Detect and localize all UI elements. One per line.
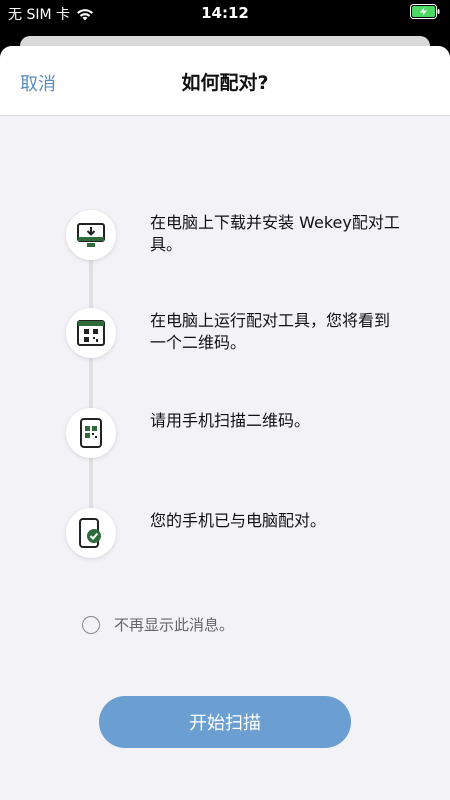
download-monitor-icon — [66, 210, 116, 260]
battery-charging-icon — [410, 4, 440, 19]
clock: 14:12 — [201, 4, 249, 22]
step-text: 在电脑上下载并安装 Wekey配对工具。 — [150, 213, 400, 254]
start-scan-button[interactable]: 开始扫描 — [99, 696, 351, 748]
step-text: 您的手机已与电脑配对。 — [150, 511, 327, 530]
page-title: 如何配对? — [181, 72, 269, 94]
navigation-bar: 取消 如何配对? — [0, 46, 450, 116]
step-paired: 您的手机已与电脑配对。 — [66, 508, 406, 568]
phone-check-icon — [66, 508, 116, 558]
dont-show-radio[interactable] — [82, 615, 100, 634]
dont-show-label: 不再显示此消息。 — [114, 616, 235, 634]
step-download: 在电脑上下载并安装 Wekey配对工具。 — [66, 210, 406, 270]
pairing-guide-sheet: 取消 如何配对? 在电脑上下载并安装 Wekey配对工具。 在电脑上运行配对工具… — [0, 46, 450, 800]
step-scan: 请用手机扫描二维码。 — [66, 408, 406, 468]
step-run-tool: 在电脑上运行配对工具，您将看到一个二维码。 — [66, 308, 406, 368]
phone-qr-icon — [66, 408, 116, 458]
qr-window-icon — [66, 308, 116, 358]
timeline-connector — [89, 236, 93, 536]
status-bar: 无 SIM 卡 14:12 — [0, 0, 450, 26]
step-text: 在电脑上运行配对工具，您将看到一个二维码。 — [150, 311, 391, 352]
dont-show-again-option[interactable]: 不再显示此消息。 — [82, 614, 234, 635]
step-text: 请用手机扫描二维码。 — [150, 411, 311, 430]
